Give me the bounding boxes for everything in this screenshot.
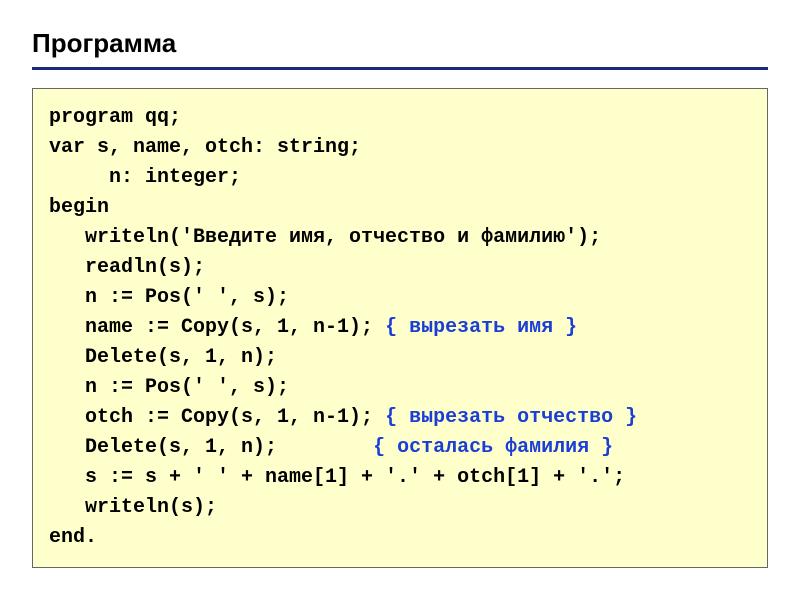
code-line: name := Copy(s, 1, n-1); [49,316,385,339]
code-line: Delete(s, 1, n); [49,346,277,369]
code-comment: { вырезать отчество } [385,406,637,429]
code-line: writeln('Введите имя, отчество и фамилию… [49,226,601,249]
code-line: var s, name, otch: string; [49,136,361,159]
code-line: writeln(s); [49,496,217,519]
code-line: otch := Copy(s, 1, n-1); [49,406,385,429]
code-block: program qq; var s, name, otch: string; n… [32,88,768,568]
code-line: n := Pos(' ', s); [49,286,289,309]
code-line: n := Pos(' ', s); [49,376,289,399]
code-line: begin [49,196,109,219]
code-line: program qq; [49,106,181,129]
code-line: Delete(s, 1, n); [49,436,373,459]
code-line: n: integer; [49,166,241,189]
code-line: s := s + ' ' + name[1] + '.' + otch[1] +… [49,466,625,489]
slide-title: Программа [32,28,768,59]
code-comment: { осталась фамилия } [373,436,613,459]
code-line: end. [49,526,97,549]
code-comment: { вырезать имя } [385,316,577,339]
code-line: readln(s); [49,256,205,279]
title-divider [32,67,768,70]
